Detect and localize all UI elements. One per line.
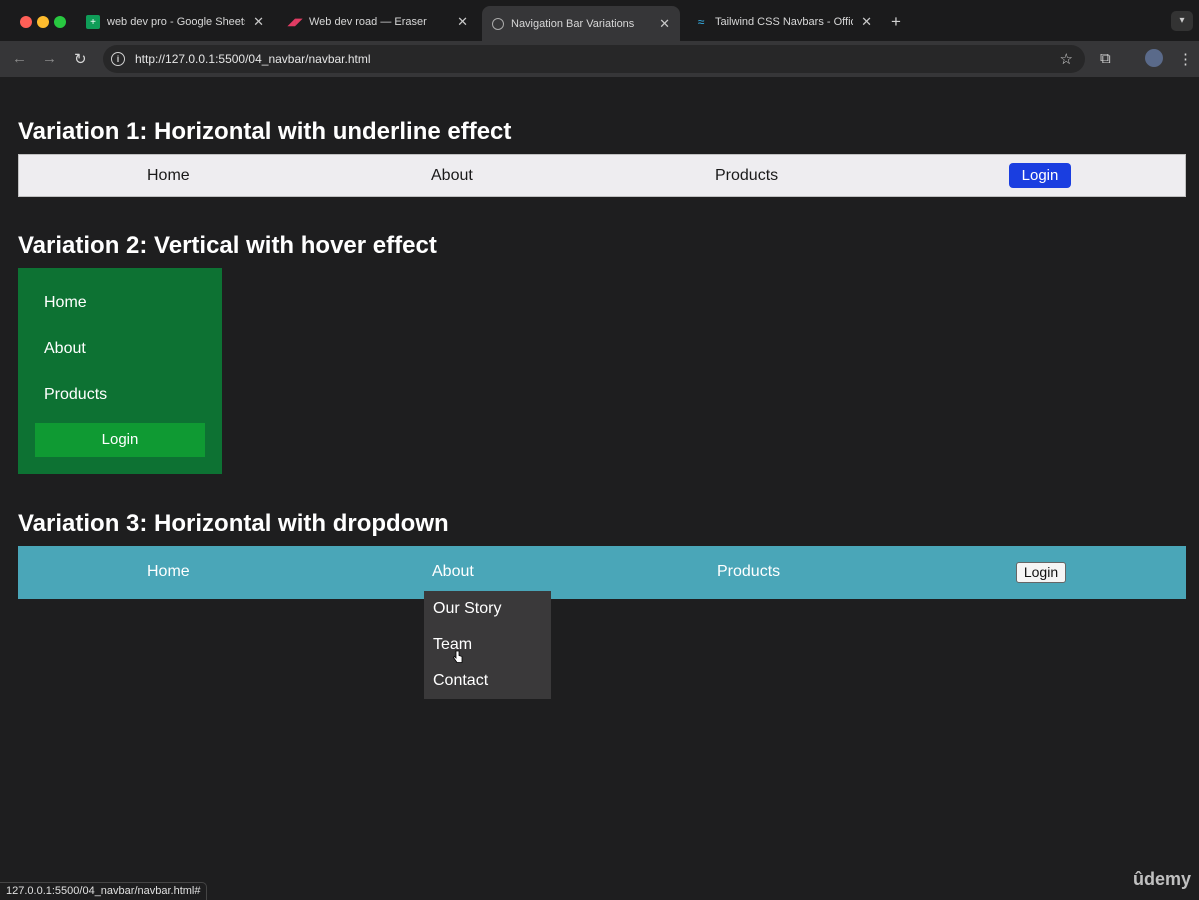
browser-tab-strip: + web dev pro - Google Sheets ✕ ◢◤ Web d… xyxy=(0,0,1199,41)
browser-tab-active[interactable]: Navigation Bar Variations ✕ xyxy=(482,6,680,41)
chevron-down-icon[interactable]: ▾ xyxy=(1171,11,1193,31)
browser-toolbar: ← → ↻ i http://127.0.0.1:5500/04_navbar/… xyxy=(0,41,1199,77)
tailwind-icon: ≈ xyxy=(697,15,705,29)
nav-link-home[interactable]: Home xyxy=(147,563,190,581)
hand-cursor-icon xyxy=(453,650,463,663)
dropdown-item-contact[interactable]: Contact xyxy=(433,672,488,690)
page-content: Variation 1: Horizontal with underline e… xyxy=(0,77,1199,900)
forward-icon[interactable]: → xyxy=(42,50,57,67)
sheets-icon: + xyxy=(86,15,100,29)
nav-link-products[interactable]: Products xyxy=(717,563,780,581)
navbar-variation1: Home About Products Login xyxy=(18,154,1186,197)
profile-avatar[interactable] xyxy=(1145,49,1163,67)
navbar-variation2: Home About Products Login xyxy=(18,268,222,474)
tab-title: web dev pro - Google Sheets xyxy=(107,16,246,28)
nav-link-products[interactable]: Products xyxy=(715,167,778,185)
udemy-watermark: ûdemy xyxy=(1132,869,1191,889)
address-bar[interactable]: i http://127.0.0.1:5500/04_navbar/navbar… xyxy=(103,45,1085,73)
nav-link-about[interactable]: About xyxy=(432,563,474,581)
extensions-icon[interactable]: ⧉ xyxy=(1100,50,1111,67)
site-info-icon[interactable]: i xyxy=(111,52,125,66)
tab-title: Navigation Bar Variations xyxy=(511,17,635,30)
status-bar-url: 127.0.0.1:5500/04_navbar/navbar.html# xyxy=(0,882,208,900)
browser-tab[interactable]: ◢◤ Web dev road — Eraser ✕ xyxy=(278,7,478,37)
reload-icon[interactable]: ↻ xyxy=(74,50,87,68)
variation1-heading: Variation 1: Horizontal with underline e… xyxy=(18,118,512,145)
variation3-heading: Variation 3: Horizontal with dropdown xyxy=(18,510,449,537)
login-button[interactable]: Login xyxy=(35,423,205,457)
about-dropdown-menu: Our Story Team Contact xyxy=(424,591,551,699)
close-tab-icon[interactable]: ✕ xyxy=(457,14,468,30)
close-window-icon[interactable] xyxy=(20,16,32,28)
variation2-heading: Variation 2: Vertical with hover effect xyxy=(18,232,437,259)
eraser-icon: ◢◤ xyxy=(287,16,303,28)
bookmark-star-icon[interactable]: ☆ xyxy=(1060,50,1073,68)
tab-title: Tailwind CSS Navbars - Offici xyxy=(715,16,854,28)
nav-link-home[interactable]: Home xyxy=(147,167,190,185)
tab-title: Web dev road — Eraser xyxy=(309,16,427,28)
url-text: http://127.0.0.1:5500/04_navbar/navbar.h… xyxy=(135,52,371,66)
navbar-variation3: Home About Products Login xyxy=(18,546,1186,599)
close-tab-icon[interactable]: ✕ xyxy=(861,14,872,30)
login-button[interactable]: Login xyxy=(1016,562,1066,583)
browser-tab[interactable]: + web dev pro - Google Sheets ✕ xyxy=(76,7,274,37)
maximize-window-icon[interactable] xyxy=(54,16,66,28)
dropdown-item-our-story[interactable]: Our Story xyxy=(433,600,501,618)
browser-menu-icon[interactable]: ⋮ xyxy=(1178,50,1193,68)
nav-link-home[interactable]: Home xyxy=(44,294,87,312)
nav-link-about[interactable]: About xyxy=(431,167,473,185)
new-tab-icon[interactable]: + xyxy=(891,12,901,32)
nav-link-about[interactable]: About xyxy=(44,340,86,358)
nav-link-products[interactable]: Products xyxy=(44,386,107,404)
globe-icon xyxy=(492,17,504,30)
back-icon[interactable]: ← xyxy=(12,50,27,67)
minimize-window-icon[interactable] xyxy=(37,16,49,28)
browser-tab[interactable]: ≈ Tailwind CSS Navbars - Offici ✕ xyxy=(684,7,882,37)
close-tab-icon[interactable]: ✕ xyxy=(659,16,670,32)
close-tab-icon[interactable]: ✕ xyxy=(253,14,264,30)
login-button[interactable]: Login xyxy=(1009,163,1071,188)
